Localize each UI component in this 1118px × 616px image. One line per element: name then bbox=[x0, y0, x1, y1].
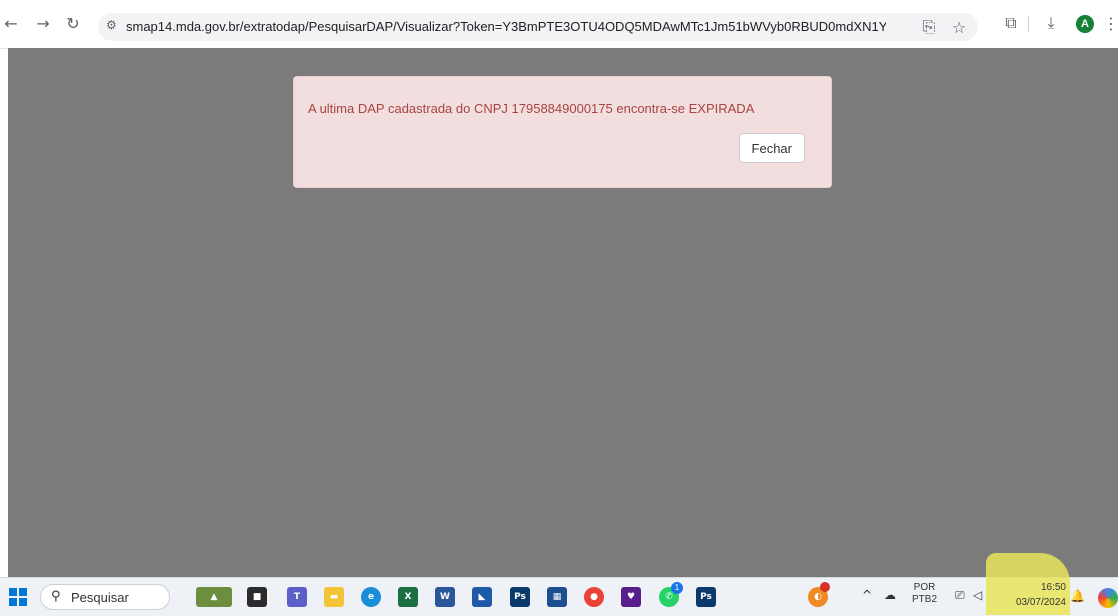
star-icon[interactable]: ☆ bbox=[948, 16, 970, 38]
browser-toolbar: ← → ↻ ⚙ smap14.mda.gov.br/extratodap/Pes… bbox=[0, 0, 1118, 49]
word-icon[interactable]: W bbox=[435, 587, 455, 607]
address-bar[interactable]: ⚙ smap14.mda.gov.br/extratodap/Pesquisar… bbox=[98, 13, 978, 41]
windows-start-icon[interactable] bbox=[9, 588, 27, 606]
file-explorer-icon[interactable]: ▬ bbox=[324, 587, 344, 607]
search-icon: ⚲ bbox=[51, 589, 61, 604]
expired-dap-alert: A ultima DAP cadastrada do CNPJ 17958849… bbox=[293, 76, 832, 188]
language-line1: POR bbox=[913, 582, 936, 593]
teams-icon[interactable]: T bbox=[287, 587, 307, 607]
search-label: Pesquisar bbox=[71, 590, 129, 605]
extensions-icon[interactable]: ⧉ bbox=[1000, 12, 1022, 34]
forward-arrow-icon[interactable]: → bbox=[32, 12, 54, 34]
clock-date: 03/07/2024 bbox=[1015, 597, 1066, 608]
windows-taskbar: ⚲ Pesquisar ▲ ■ T ▬ e X W ◣ Ps ▦ ● ♥ ✆ 1… bbox=[0, 577, 1118, 616]
onedrive-icon[interactable]: ☁ bbox=[884, 588, 896, 602]
url-text[interactable]: smap14.mda.gov.br/extratodap/PesquisarDA… bbox=[126, 19, 886, 34]
alert-message: A ultima DAP cadastrada do CNPJ 17958849… bbox=[308, 101, 755, 116]
copilot-icon[interactable] bbox=[1098, 588, 1118, 608]
store-icon[interactable]: ▦ bbox=[547, 587, 567, 607]
profile-avatar[interactable]: A bbox=[1076, 15, 1094, 33]
volume-icon[interactable]: ◁ bbox=[973, 588, 982, 602]
reload-icon[interactable]: ↻ bbox=[62, 12, 84, 34]
menu-icon[interactable]: ⋮ bbox=[1100, 12, 1118, 34]
system-clock[interactable]: 16:50 03/07/2024 bbox=[996, 580, 1066, 614]
heart-app-icon[interactable]: ♥ bbox=[621, 587, 641, 607]
alert-badge bbox=[820, 582, 830, 592]
back-arrow-icon[interactable]: ← bbox=[0, 12, 22, 34]
toolbar-divider bbox=[1028, 16, 1029, 32]
translate-icon[interactable]: ⎘ bbox=[918, 16, 940, 38]
whatsapp-badge: 1 bbox=[671, 582, 683, 594]
language-indicator[interactable]: POR PTB2 bbox=[912, 582, 937, 606]
download-icon[interactable]: ⤓ bbox=[1040, 12, 1062, 34]
page-overlay: A ultima DAP cadastrada do CNPJ 17958849… bbox=[8, 48, 1118, 577]
taskbar-search[interactable]: ⚲ Pesquisar bbox=[40, 584, 170, 610]
whiteboard-icon[interactable]: ◣ bbox=[472, 587, 492, 607]
photoshop-icon-2[interactable]: Ps bbox=[696, 587, 716, 607]
edge-icon[interactable]: e bbox=[361, 587, 381, 607]
close-button[interactable]: Fechar bbox=[738, 133, 805, 163]
network-icon[interactable]: ⎚ bbox=[955, 588, 965, 603]
excel-icon[interactable]: X bbox=[398, 587, 418, 607]
notification-bell-icon[interactable]: 🔔 bbox=[1070, 589, 1085, 603]
widgets-icon[interactable]: ▲ bbox=[196, 587, 232, 607]
chevron-up-icon[interactable]: ^ bbox=[862, 588, 872, 602]
site-info-icon[interactable]: ⚙ bbox=[106, 18, 122, 34]
clock-time: 16:50 bbox=[1040, 582, 1066, 593]
photoshop-icon[interactable]: Ps bbox=[510, 587, 530, 607]
task-view-icon[interactable]: ■ bbox=[247, 587, 267, 607]
language-line2: PTB2 bbox=[912, 594, 938, 605]
chrome-icon[interactable]: ● bbox=[584, 587, 604, 607]
